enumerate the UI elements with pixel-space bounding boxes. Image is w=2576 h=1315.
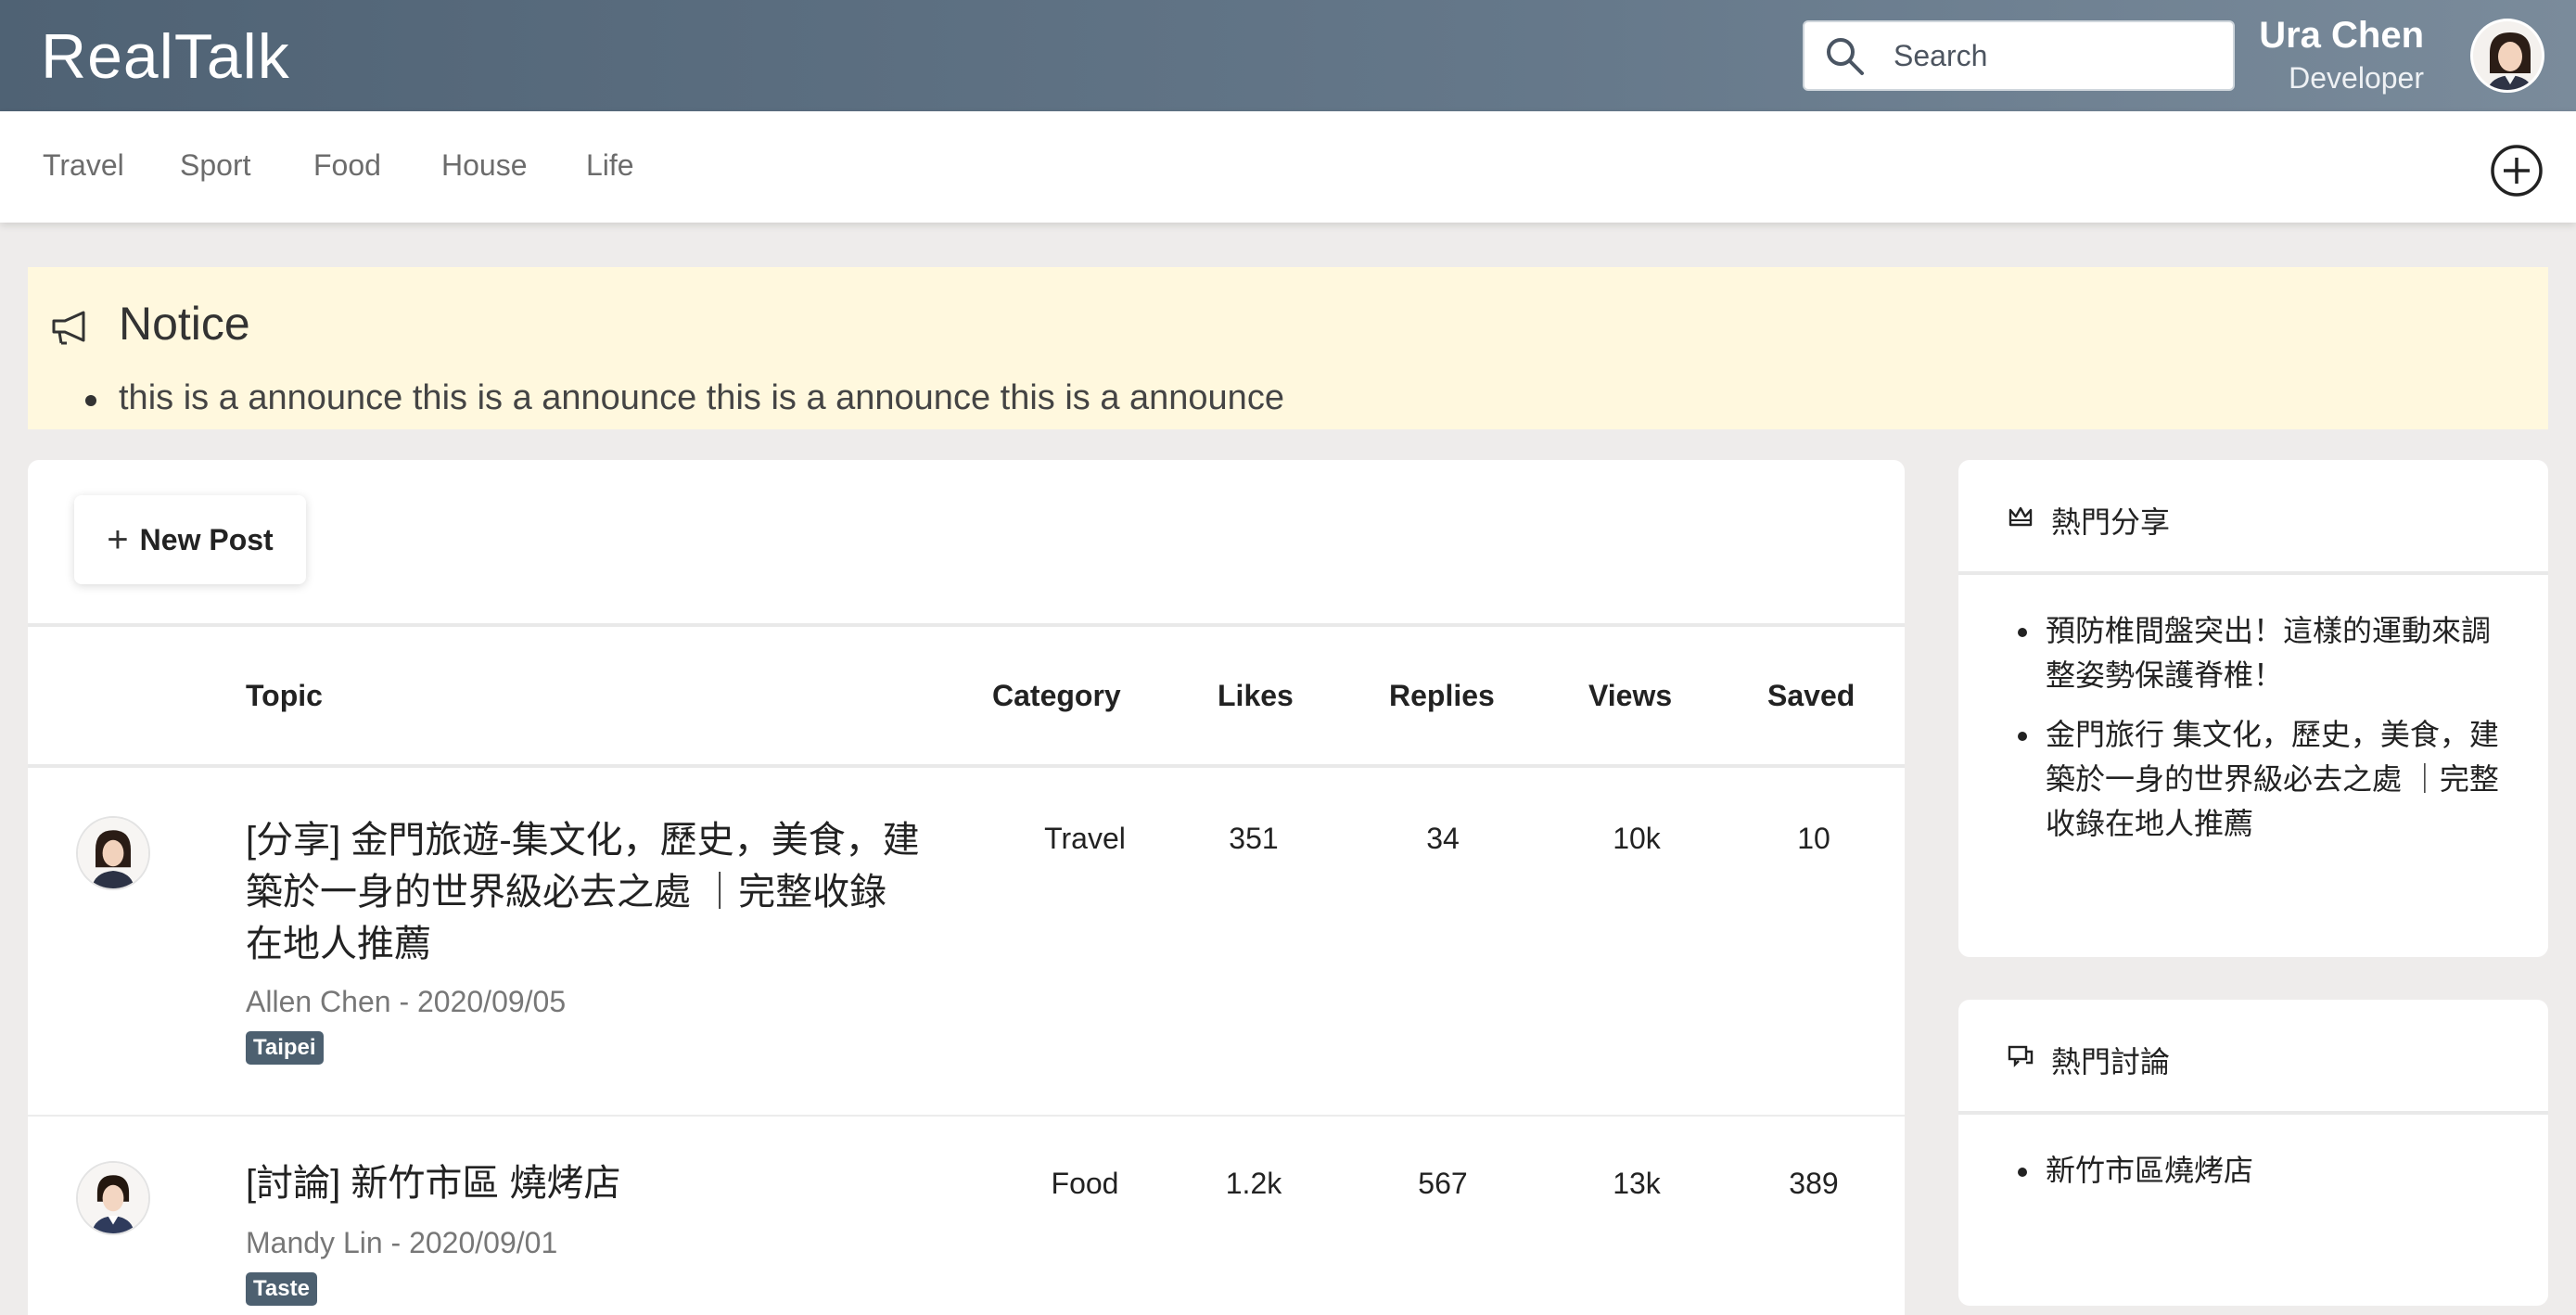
author-avatar[interactable] xyxy=(76,1161,150,1235)
toolbar-divider xyxy=(28,623,1905,627)
user-name: Ura Chen xyxy=(2259,15,2424,56)
avatar-image xyxy=(2473,21,2542,90)
avatar-image xyxy=(78,1163,148,1233)
nav-item-travel[interactable]: Travel xyxy=(43,148,124,183)
chat-bubbles-icon xyxy=(2008,1045,2034,1067)
search-input[interactable] xyxy=(1894,38,2209,73)
card-title: 熱門討論 xyxy=(2051,1045,2171,1079)
col-likes[interactable]: Likes xyxy=(1218,679,1294,713)
row-divider xyxy=(28,1115,1905,1117)
crown-icon xyxy=(2009,506,2033,527)
nav-item-sport[interactable]: Sport xyxy=(180,148,250,183)
posts-panel: + New Post Topic Category Likes Replies … xyxy=(28,460,1905,1315)
search-box[interactable] xyxy=(1803,20,2235,91)
notice-banner: Notice this is a announce this is a anno… xyxy=(28,267,2548,429)
category-nav: Travel Sport Food House Life xyxy=(0,111,2576,223)
top-header: RealTalk Ura Chen Developer xyxy=(0,0,2576,111)
hot-discussions-list: 新竹市區燒烤店 xyxy=(2042,1148,2502,1207)
nav-item-house[interactable]: House xyxy=(441,148,528,183)
hot-share-item[interactable]: 預防椎間盤突出！這樣的運動來調整姿勢保護脊椎！ xyxy=(2042,608,2502,697)
notice-title: Notice xyxy=(119,298,250,350)
col-replies[interactable]: Replies xyxy=(1389,679,1495,713)
author-avatar[interactable] xyxy=(76,816,150,890)
post-tag[interactable]: Taste xyxy=(246,1272,317,1306)
col-saved[interactable]: Saved xyxy=(1767,679,1855,713)
cell-saved: 389 xyxy=(1789,1167,1839,1200)
user-role: Developer xyxy=(2289,61,2424,95)
cell-likes: 1.2k xyxy=(1225,1167,1282,1200)
col-topic[interactable]: Topic xyxy=(246,679,323,713)
notice-bullet xyxy=(85,395,96,406)
post-meta: Allen Chen - 2020/09/05 xyxy=(246,985,567,1018)
cell-saved: 10 xyxy=(1797,822,1830,855)
hot-shares-card: 熱門分享 預防椎間盤突出！這樣的運動來調整姿勢保護脊椎！ 金門旅行 集文化，歷史… xyxy=(1958,460,2548,957)
post-title[interactable]: [分享] 金門旅遊-集文化，歷史，美食，建 築於一身的世界級必去之處 ｜完整收錄… xyxy=(246,814,923,970)
card-header: 熱門分享 xyxy=(1958,460,2548,575)
hot-shares-list: 預防椎間盤突出！這樣的運動來調整姿勢保護脊椎！ 金門旅行 集文化，歷史，美食，建… xyxy=(2042,608,2502,861)
search-icon xyxy=(1827,38,1864,75)
cell-views: 10k xyxy=(1613,822,1661,855)
notice-item: this is a announce this is a announce th… xyxy=(119,378,1284,417)
cell-likes: 351 xyxy=(1229,822,1279,855)
user-avatar[interactable] xyxy=(2470,19,2544,93)
cell-views: 13k xyxy=(1613,1167,1661,1200)
hot-discussion-item[interactable]: 新竹市區燒烤店 xyxy=(2042,1148,2502,1193)
cell-replies: 567 xyxy=(1418,1167,1468,1200)
new-post-label: New Post xyxy=(139,522,274,556)
post-title-line: [分享] 金門旅遊-集文化，歷史，美食，建 xyxy=(246,820,920,861)
hot-share-item[interactable]: 金門旅行 集文化，歷史，美食，建築於一身的世界級必去之處 ｜完整收錄在地人推薦 xyxy=(2042,712,2502,846)
nav-item-life[interactable]: Life xyxy=(586,148,634,183)
hot-discussions-card: 熱門討論 新竹市區燒烤店 xyxy=(1958,1000,2548,1306)
plus-icon: + xyxy=(107,519,129,560)
post-meta: Mandy Lin - 2020/09/01 xyxy=(246,1226,558,1259)
header-divider xyxy=(28,764,1905,768)
cell-replies: 34 xyxy=(1426,822,1460,855)
megaphone-icon xyxy=(52,311,85,345)
post-tag[interactable]: Taipei xyxy=(246,1031,324,1065)
post-title-line: [討論] 新竹市區 燒烤店 xyxy=(246,1163,621,1204)
post-title[interactable]: [討論] 新竹市區 燒烤店 xyxy=(246,1157,923,1209)
card-title: 熱門分享 xyxy=(2051,505,2171,539)
col-views[interactable]: Views xyxy=(1588,679,1672,713)
add-circle-icon[interactable] xyxy=(2489,143,2544,198)
post-title-line: 在地人推薦 xyxy=(246,924,431,964)
avatar-image xyxy=(78,818,148,888)
brand-logo[interactable]: RealTalk xyxy=(41,20,290,93)
cell-category: Food xyxy=(1051,1167,1119,1200)
nav-item-food[interactable]: Food xyxy=(313,148,381,183)
cell-category: Travel xyxy=(1044,822,1126,855)
new-post-button[interactable]: + New Post xyxy=(74,495,306,584)
col-category[interactable]: Category xyxy=(992,679,1121,713)
card-header: 熱門討論 xyxy=(1958,1000,2548,1115)
post-title-line: 築於一身的世界級必去之處 ｜完整收錄 xyxy=(246,872,887,913)
